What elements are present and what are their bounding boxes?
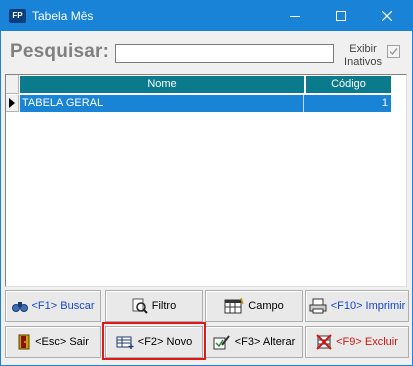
maximize-button[interactable] bbox=[318, 1, 364, 31]
campo-label: Campo bbox=[248, 300, 284, 312]
grid-corner bbox=[6, 75, 19, 94]
exit-door-icon bbox=[18, 334, 30, 350]
filtro-button[interactable]: Filtro bbox=[105, 290, 203, 322]
table-row[interactable]: TABELA GERAL 1 bbox=[20, 95, 391, 112]
search-input[interactable] bbox=[115, 44, 334, 63]
current-row-indicator bbox=[6, 95, 19, 112]
exibir-inativos-label: Exibir Inativos bbox=[344, 43, 382, 68]
edit-pencil-icon bbox=[213, 335, 230, 350]
row-pointer-icon bbox=[9, 98, 15, 108]
minimize-button[interactable] bbox=[272, 1, 318, 31]
column-header-codigo[interactable]: Código bbox=[306, 76, 391, 93]
delete-record-icon bbox=[316, 334, 332, 350]
window-title: Tabela Mês bbox=[32, 9, 94, 23]
excluir-label: <F9> Excluir bbox=[336, 336, 398, 348]
alterar-button[interactable]: <F3> Alterar bbox=[205, 326, 303, 358]
sair-label: <Esc> Sair bbox=[35, 336, 89, 348]
sair-button[interactable]: <Esc> Sair bbox=[5, 326, 101, 358]
close-button[interactable] bbox=[364, 1, 410, 31]
checkmark-icon bbox=[389, 48, 398, 56]
tabela-mes-window: FP Tabela Mês Pesquisar: Exibir Inativos… bbox=[0, 0, 413, 366]
maximize-icon bbox=[336, 11, 346, 21]
binoculars-icon bbox=[11, 302, 28, 312]
imprimir-label: <F10> Imprimir bbox=[330, 300, 406, 312]
excluir-button[interactable]: <F9> Excluir bbox=[305, 326, 409, 358]
buscar-label: <F1> Buscar bbox=[31, 300, 95, 312]
search-label: Pesquisar: bbox=[10, 41, 110, 62]
results-grid[interactable]: Nome Código TABELA GERAL 1 bbox=[5, 74, 407, 287]
close-icon bbox=[382, 11, 392, 21]
filtro-label: Filtro bbox=[151, 300, 177, 312]
exibir-inativos-checkbox[interactable] bbox=[387, 45, 400, 58]
alterar-label: <F3> Alterar bbox=[234, 336, 296, 348]
field-table-icon bbox=[224, 298, 244, 314]
new-record-icon bbox=[116, 336, 134, 349]
magnifier-icon bbox=[132, 298, 148, 314]
minimize-icon bbox=[290, 16, 300, 17]
cell-codigo: 1 bbox=[381, 97, 388, 109]
buscar-button[interactable]: <F1> Buscar bbox=[5, 290, 101, 322]
title-bar[interactable]: FP Tabela Mês bbox=[1, 1, 412, 31]
cell-nome: TABELA GERAL bbox=[20, 95, 304, 112]
column-header-nome[interactable]: Nome bbox=[20, 76, 304, 93]
printer-icon bbox=[309, 298, 327, 314]
novo-button[interactable]: <F2> Novo bbox=[105, 326, 203, 358]
novo-label: <F2> Novo bbox=[137, 336, 193, 348]
campo-button[interactable]: Campo bbox=[205, 290, 303, 322]
imprimir-button[interactable]: <F10> Imprimir bbox=[305, 290, 409, 322]
app-fp-icon: FP bbox=[9, 9, 26, 23]
